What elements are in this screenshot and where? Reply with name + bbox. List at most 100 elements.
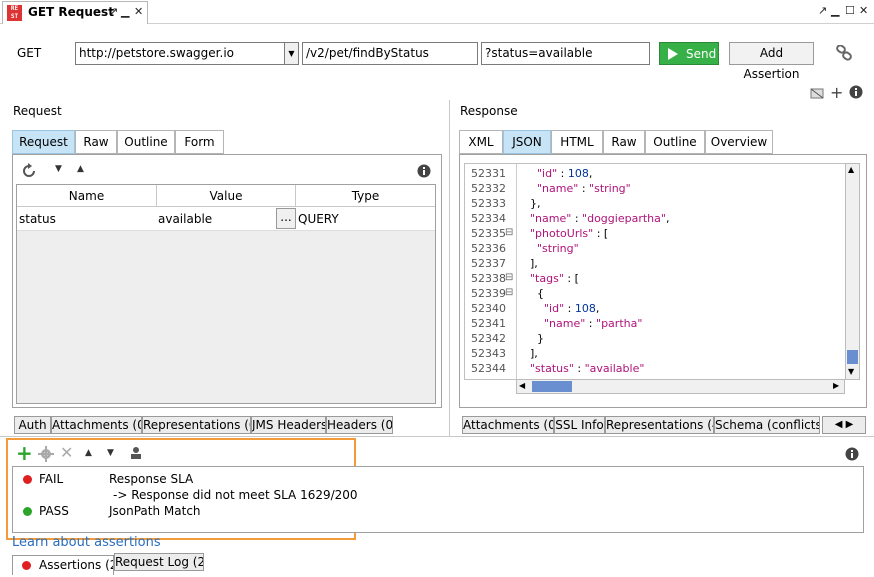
line-number: 52333 (471, 197, 506, 210)
scroll-up-icon[interactable]: ▲ (848, 165, 854, 174)
line-number: 52334 (471, 212, 506, 225)
line-number: 52331 (471, 167, 506, 180)
code-line: 52343 ], (465, 347, 847, 362)
link-icon[interactable] (836, 45, 852, 61)
fold-icon[interactable]: ⊟ (505, 272, 513, 283)
undock-icon[interactable]: ↗ (109, 5, 118, 18)
fold-icon[interactable]: ⊟ (505, 287, 513, 298)
list-item[interactable]: FAIL Response SLA -> Response did not me… (13, 469, 863, 503)
code-line: 52339 ⊟ { (465, 287, 847, 302)
line-content: "status" : "available" (530, 362, 645, 375)
user-icon[interactable] (129, 446, 143, 460)
play-icon (668, 48, 678, 60)
move-down-icon[interactable]: ▼ (107, 448, 114, 458)
info-icon[interactable] (849, 85, 863, 99)
code-line: 52335 ⊟ "photoUrls" : [ (465, 227, 847, 242)
line-content: "string" (537, 242, 579, 255)
tab-assertions[interactable]: Assertions (2) (12, 555, 114, 575)
chevron-up-icon[interactable]: ▲ (77, 164, 84, 174)
tab-scroll-arrows-icon[interactable]: ◀ ▶ (822, 416, 866, 434)
resource-input[interactable]: /v2/pet/findByStatus (302, 42, 478, 65)
scroll-right-icon[interactable]: ▶ (833, 381, 839, 390)
request-tab[interactable]: RE ST GET Request ↗ ▁ ✕ (2, 1, 148, 24)
tab-raw[interactable]: Raw (75, 130, 117, 154)
info-icon[interactable] (417, 164, 431, 178)
window-undock-icon[interactable]: ↗ (818, 4, 827, 17)
line-content: "name" : "doggiepartha", (530, 212, 670, 225)
query-input[interactable]: ?status=available (481, 42, 650, 65)
col-name: Name (17, 185, 157, 207)
vertical-scrollbar[interactable]: ▲ ▼ (845, 163, 860, 380)
code-line: 52342 } (465, 332, 847, 347)
fail-status-icon (22, 561, 31, 570)
window-close-icon[interactable]: ✕ (859, 4, 868, 17)
hscroll-thumb[interactable] (532, 381, 572, 392)
soapui-logo-icon: RE ST (7, 5, 22, 21)
tab-outline[interactable]: Outline (117, 130, 175, 154)
vertical-splitter[interactable] (449, 100, 450, 436)
line-content: "photoUrls" : [ (530, 227, 609, 240)
line-content: }, (523, 197, 541, 210)
learn-assertions-link[interactable]: Learn about assertions (12, 535, 161, 550)
tab-raw-response[interactable]: Raw (603, 130, 645, 154)
tab-request[interactable]: Request (12, 130, 75, 154)
remove-assertion-icon[interactable]: ✕ (60, 443, 73, 462)
line-number: 52332 (471, 182, 506, 195)
endpoint-dropdown-icon[interactable]: ▼ (284, 42, 299, 65)
param-value[interactable]: available (158, 212, 212, 226)
tab-xml[interactable]: XML (459, 130, 503, 154)
tab-json[interactable]: JSON (503, 130, 551, 154)
window-maximize-icon[interactable]: ☐ (845, 4, 855, 17)
scroll-left-icon[interactable]: ◀ (519, 381, 525, 390)
params-table: Name Value Type status available ... QUE… (16, 184, 436, 404)
line-content: { (523, 287, 544, 300)
tab-request-log[interactable]: Request Log (2) (114, 553, 204, 571)
split-view-icon[interactable] (810, 86, 824, 100)
param-type[interactable]: QUERY (298, 212, 339, 226)
info-icon[interactable] (845, 447, 859, 461)
add-assertion-button[interactable]: Add Assertion (729, 42, 814, 81)
line-content: "name" : "string" (537, 182, 631, 195)
gear-icon[interactable] (38, 446, 54, 462)
tab-html[interactable]: HTML (551, 130, 603, 154)
line-number: 52342 (471, 332, 506, 345)
json-editor[interactable]: 52331 "id" : 108, 52332 "name" : "string"… (464, 163, 848, 380)
param-value-edit-button[interactable]: ... (276, 208, 296, 229)
scroll-thumb[interactable] (847, 350, 858, 364)
table-row[interactable]: status available ... QUERY (17, 207, 435, 231)
tab-ssl-info[interactable]: SSL Info (554, 416, 605, 434)
tab-form[interactable]: Form (175, 130, 224, 154)
col-value: Value (157, 185, 296, 207)
chevron-down-icon[interactable]: ▼ (55, 164, 62, 174)
line-content: ], (523, 257, 538, 270)
tab-representations[interactable]: Representations (0) (142, 416, 251, 434)
line-content: "name" : "partha" (543, 317, 643, 330)
fold-icon[interactable]: ⊟ (505, 227, 513, 238)
send-button[interactable]: Send (659, 42, 719, 65)
response-panel: 52331 "id" : 108, 52332 "name" : "string"… (459, 154, 867, 408)
tab-outline-response[interactable]: Outline (645, 130, 705, 154)
horizontal-scrollbar[interactable]: ◀ ▶ (516, 379, 845, 394)
tab-overview[interactable]: Overview (705, 130, 773, 154)
horizontal-splitter[interactable] (0, 436, 874, 437)
scroll-down-icon[interactable]: ▼ (848, 367, 854, 376)
tab-representations-response[interactable]: Representations (4) (605, 416, 714, 434)
code-line: 52336 "string" (465, 242, 847, 257)
tab-auth[interactable]: Auth (14, 416, 51, 434)
close-icon[interactable]: ✕ (134, 5, 143, 18)
endpoint-input[interactable]: http://petstore.swagger.io (75, 42, 285, 65)
add-assertion-icon[interactable]: + (16, 443, 33, 463)
tab-schema[interactable]: Schema (conflicts) (714, 416, 820, 434)
tab-attachments[interactable]: Attachments (0) (51, 416, 142, 434)
window-minimize-icon[interactable]: ▁ (831, 4, 839, 17)
move-up-icon[interactable]: ▲ (85, 448, 92, 458)
refresh-icon[interactable] (21, 163, 37, 179)
minimize-icon[interactable]: ▁ (121, 5, 129, 18)
tab-jms-headers[interactable]: JMS Headers (251, 416, 326, 434)
col-type: Type (351, 189, 380, 203)
list-item[interactable]: PASS JsonPath Match (13, 502, 863, 520)
tab-attachments-response[interactable]: Attachments (0) (462, 416, 554, 434)
params-header: Name Value Type (17, 185, 435, 207)
tab-headers[interactable]: Headers (0) (326, 416, 393, 434)
plus-icon[interactable]: + (830, 83, 843, 102)
